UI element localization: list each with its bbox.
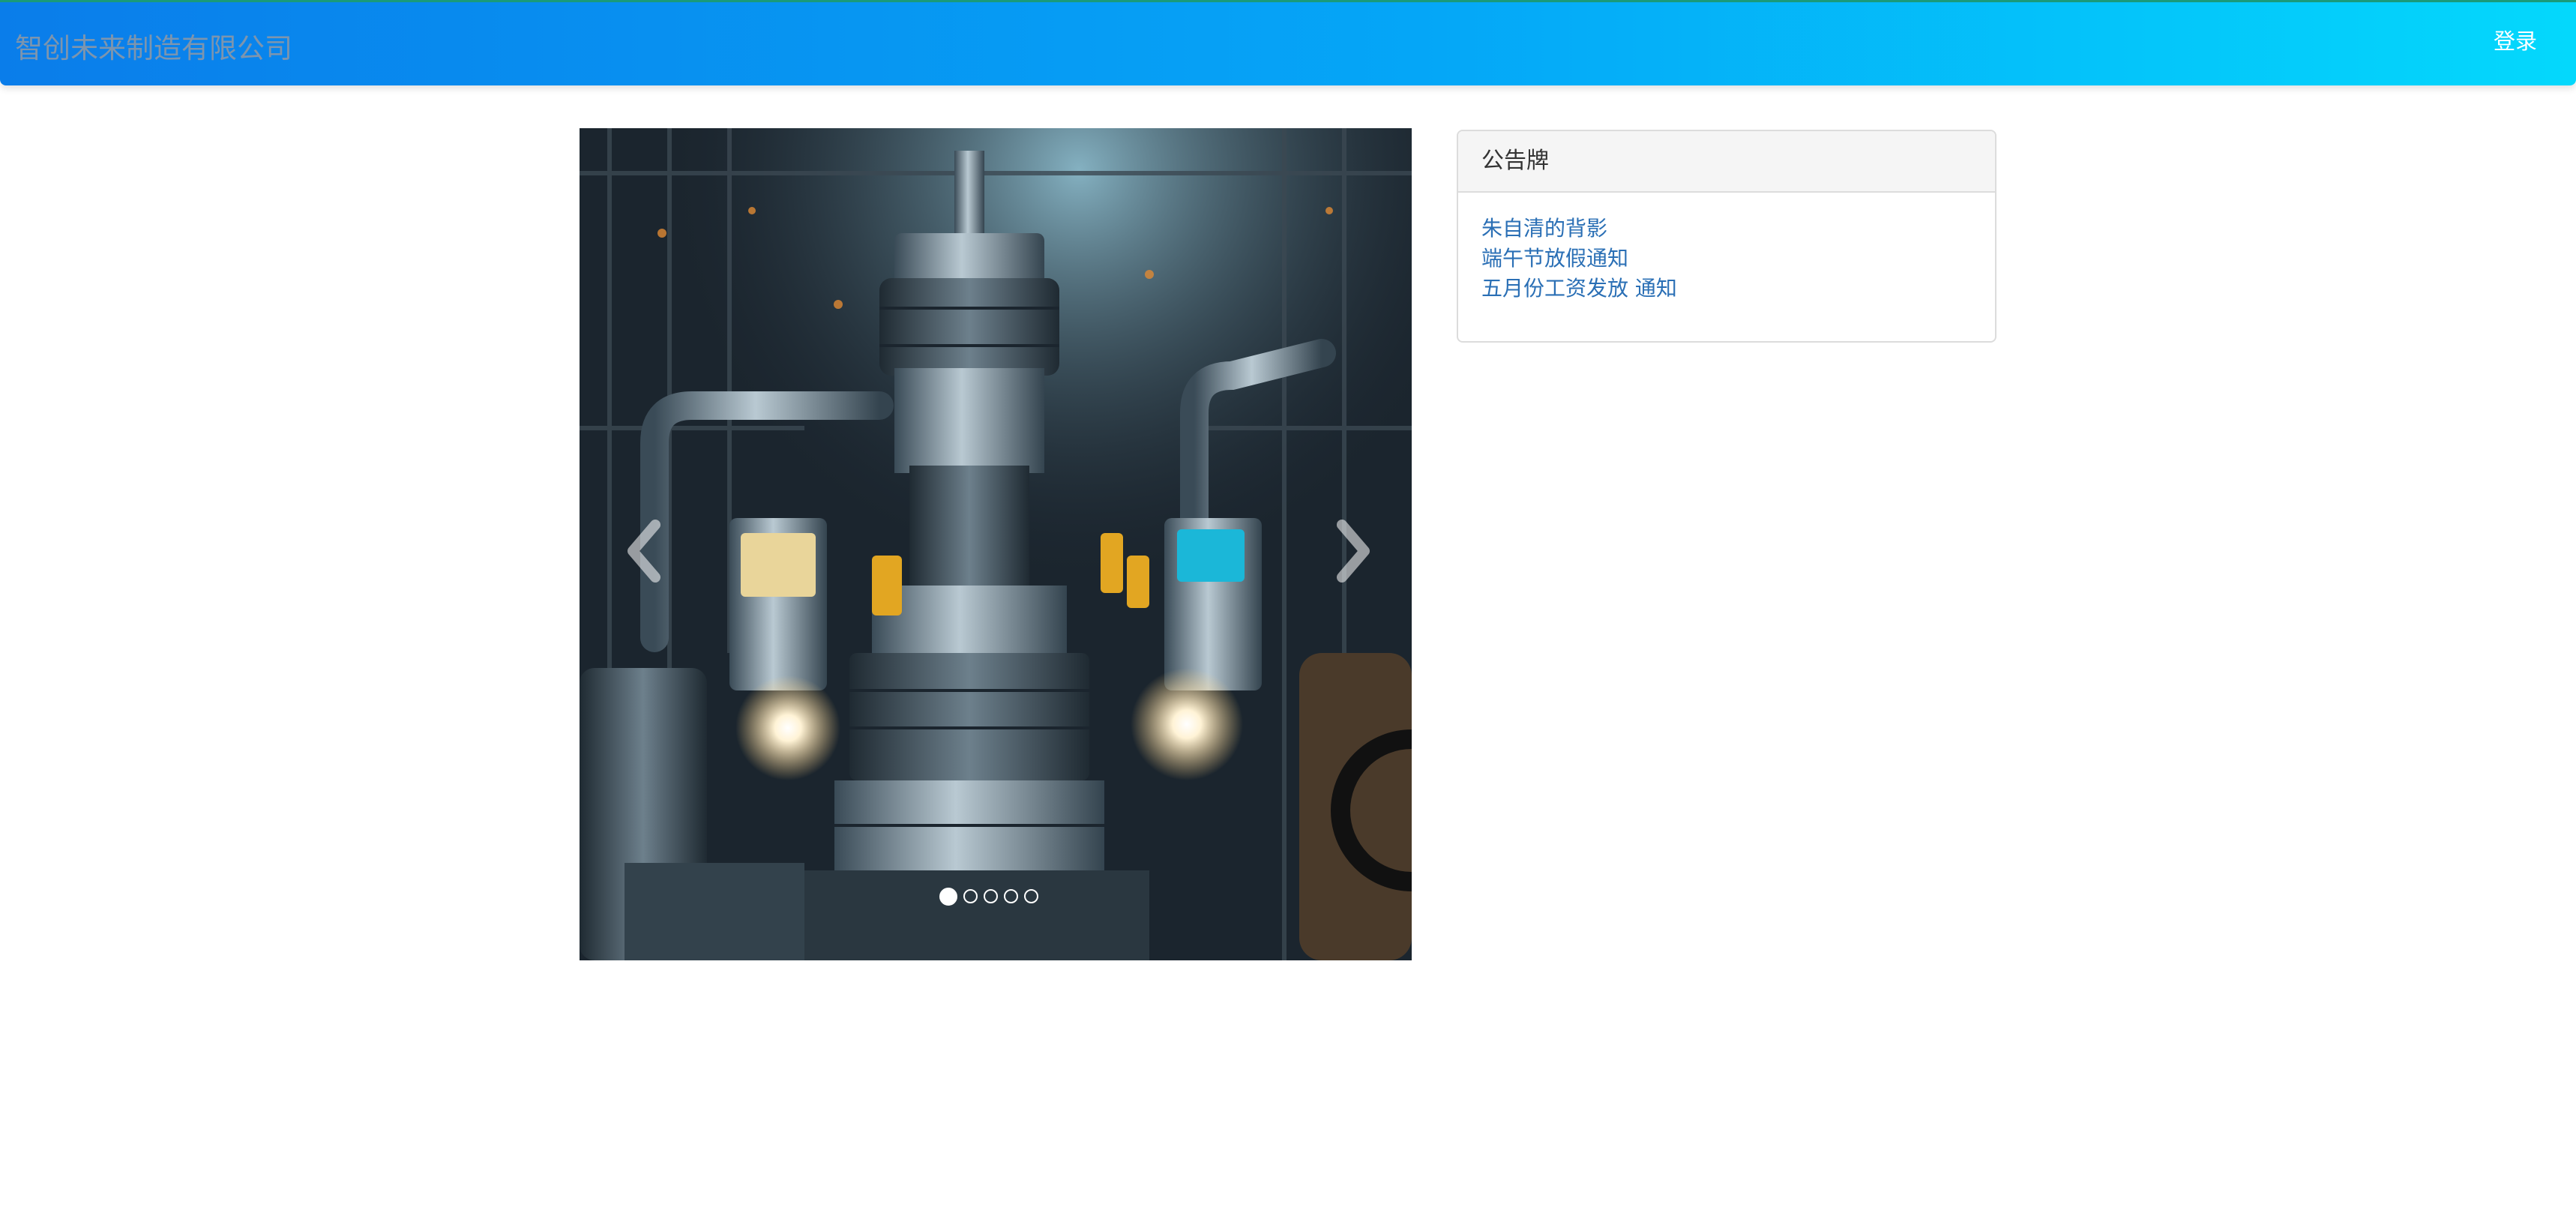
carousel-next-button[interactable]	[1321, 510, 1381, 592]
chevron-left-icon	[628, 520, 660, 583]
chevron-right-icon	[1337, 520, 1370, 583]
notice-board-title: 公告牌	[1458, 131, 1995, 193]
notice-board-panel: 公告牌 朱自清的背影 端午节放假通知 五月份工资发放 通知	[1457, 130, 1996, 343]
notice-item-link[interactable]: 五月份工资发放 通知	[1481, 274, 1995, 304]
carousel-slide-image	[580, 128, 1412, 960]
brand-name[interactable]: 智创未来制造有限公司	[15, 31, 292, 67]
notice-item-link[interactable]: 朱自清的背影	[1481, 214, 1995, 244]
carousel-prev-button[interactable]	[616, 510, 676, 592]
carousel-indicator-2[interactable]	[963, 889, 978, 903]
carousel-indicator-3[interactable]	[984, 889, 998, 903]
login-link[interactable]: 登录	[2494, 26, 2537, 56]
carousel-indicators	[939, 888, 1038, 907]
notice-item-link[interactable]: 端午节放假通知	[1481, 244, 1995, 274]
top-navbar: 智创未来制造有限公司 登录	[0, 0, 2576, 85]
carousel-indicator-4[interactable]	[1004, 889, 1018, 903]
carousel-indicator-1[interactable]	[939, 888, 957, 906]
notice-list: 朱自清的背影 端午节放假通知 五月份工资发放 通知	[1458, 193, 1995, 304]
image-carousel[interactable]	[580, 128, 1412, 960]
carousel-indicator-5[interactable]	[1024, 889, 1038, 903]
